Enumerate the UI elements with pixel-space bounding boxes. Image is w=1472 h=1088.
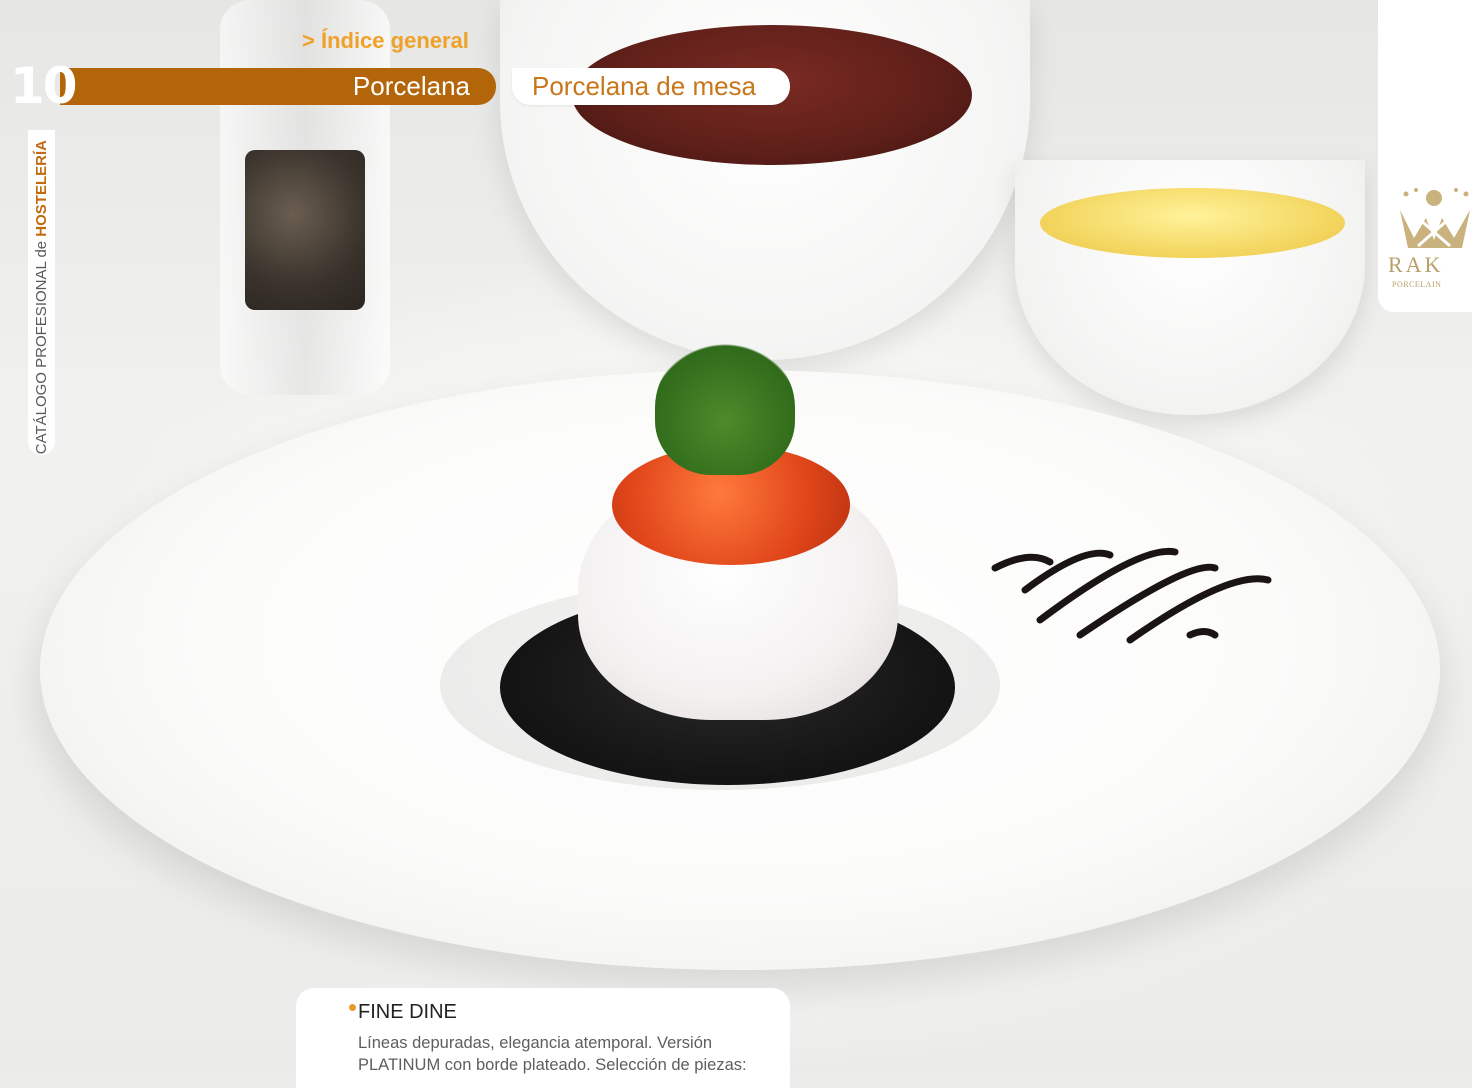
product-description-line: Líneas depuradas, elegancia atemporal. V…	[358, 1034, 713, 1052]
section-band: Porcelana	[60, 68, 496, 105]
brand-subtitle: PORCELAIN	[1392, 280, 1442, 289]
sauce-drizzle-image	[991, 547, 1272, 644]
crown-logo-icon	[1400, 188, 1470, 248]
brand-name: RAK	[1388, 252, 1444, 277]
index-link[interactable]: > Índice general	[302, 28, 469, 54]
catalog-side-text: CATÁLOGO PROFESIONAL de HOSTELERÍA	[28, 130, 55, 455]
product-card: FINE DINE Líneas depuradas, elegancia at…	[296, 988, 790, 1088]
herb-garnish-image	[655, 340, 795, 475]
subsection-pill: Porcelana de mesa	[512, 68, 790, 105]
catalog-side-tab: CATÁLOGO PROFESIONAL de HOSTELERÍA	[28, 130, 55, 455]
subsection-label: Porcelana de mesa	[532, 71, 757, 101]
peppercorns-image	[245, 150, 365, 310]
catalog-highlight: HOSTELERÍA	[33, 140, 50, 237]
product-description: Líneas depuradas, elegancia atemporal. V…	[358, 1032, 768, 1076]
page-number: 10	[10, 57, 78, 115]
section-label: Porcelana	[352, 71, 470, 101]
sauce-image	[1040, 188, 1345, 258]
product-title: FINE DINE	[358, 1001, 457, 1023]
bullet-icon	[349, 1004, 356, 1011]
catalog-text: CATÁLOGO PROFESIONAL de	[33, 240, 50, 455]
